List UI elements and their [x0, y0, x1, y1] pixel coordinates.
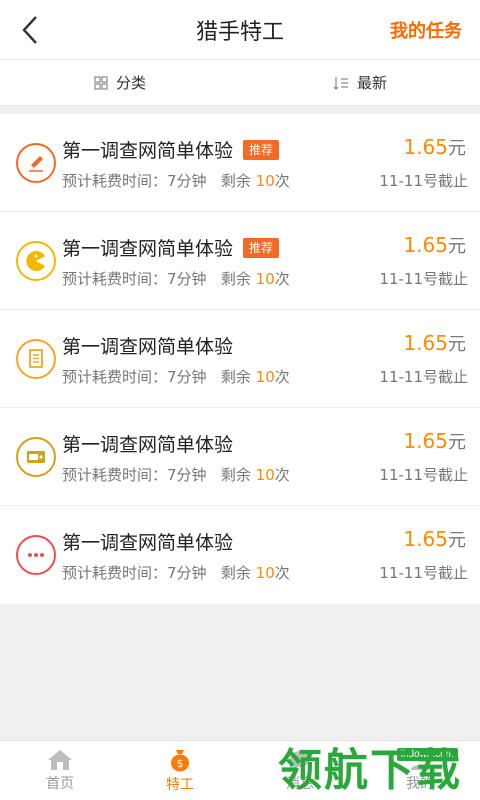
- tab-messages[interactable]: 消息: [240, 741, 360, 800]
- document-icon: [16, 339, 56, 379]
- task-meta: 预计耗费时间：7分钟 剩余 10次: [62, 464, 290, 485]
- latest-filter[interactable]: 最新: [240, 60, 480, 105]
- task-title-row: 第一调查网简单体验: [62, 332, 233, 359]
- task-title: 第一调查网简单体验: [62, 238, 234, 260]
- task-deadline: 11-11号截止: [379, 368, 468, 386]
- remain-count: 10: [255, 466, 275, 484]
- task-item[interactable]: 第一调查网简单体验 推荐 预计耗费时间：7分钟 剩余 10次 1.65元 11-…: [0, 212, 480, 310]
- my-tasks-link[interactable]: 我的任务: [390, 0, 462, 60]
- task-title: 第一调查网简单体验: [62, 434, 234, 456]
- pacman-icon: [16, 241, 56, 281]
- remain-label: 剩余: [220, 564, 251, 582]
- time-label: 预计耗费时间：: [62, 368, 168, 386]
- remain-count: 10: [255, 368, 275, 386]
- price-unit: 元: [448, 138, 466, 159]
- sort-icon: [333, 76, 348, 90]
- task-meta: 预计耗费时间：7分钟 剩余 10次: [62, 562, 290, 583]
- task-price: 1.65元: [403, 232, 466, 258]
- top-header: 猎手特工 我的任务: [0, 0, 480, 60]
- money-bag-icon: $: [171, 749, 189, 771]
- remain-label: 剩余: [220, 466, 251, 484]
- task-meta: 预计耗费时间：7分钟 剩余 10次: [62, 268, 290, 289]
- remain-unit: 次: [274, 564, 290, 582]
- tab-agent[interactable]: $ 特工: [120, 741, 240, 800]
- remain-unit: 次: [274, 172, 290, 190]
- category-filter-label: 分类: [115, 74, 146, 92]
- time-label: 预计耗费时间：: [62, 172, 168, 190]
- tab-home-label: 首页: [46, 775, 74, 792]
- recommend-badge: 推荐: [243, 237, 280, 258]
- price-value: 1.65: [403, 429, 448, 453]
- wallet-icon: [16, 437, 56, 477]
- remain-label: 剩余: [220, 270, 251, 288]
- task-item[interactable]: 第一调查网简单体验 预计耗费时间：7分钟 剩余 10次 1.65元 11-11号…: [0, 506, 480, 604]
- price-value: 1.65: [403, 233, 448, 257]
- task-title-row: 第一调查网简单体验 推荐: [62, 234, 280, 261]
- remain-count: 10: [255, 172, 275, 190]
- task-title: 第一调查网简单体验: [62, 532, 234, 554]
- price-unit: 元: [448, 236, 466, 257]
- task-item[interactable]: 第一调查网简单体验 推荐 预计耗费时间：7分钟 剩余 10次 1.65元 11-…: [0, 114, 480, 212]
- remain-label: 剩余: [220, 172, 251, 190]
- task-item[interactable]: 第一调查网简单体验 预计耗费时间：7分钟 剩余 10次 1.65元 11-11号…: [0, 408, 480, 506]
- task-price: 1.65元: [403, 526, 466, 552]
- price-unit: 元: [448, 530, 466, 551]
- home-icon: [48, 749, 72, 770]
- latest-filter-label: 最新: [356, 74, 387, 92]
- task-price: 1.65元: [403, 428, 466, 454]
- task-meta: 预计耗费时间：7分钟 剩余 10次: [62, 170, 290, 191]
- task-title-row: 第一调查网简单体验: [62, 430, 233, 457]
- task-title-row: 第一调查网简单体验 推荐: [62, 136, 280, 163]
- remain-unit: 次: [274, 270, 290, 288]
- price-value: 1.65: [403, 135, 448, 159]
- remain-count: 10: [255, 270, 275, 288]
- task-item[interactable]: 第一调查网简单体验 预计耗费时间：7分钟 剩余 10次 1.65元 11-11号…: [0, 310, 480, 408]
- task-deadline: 11-11号截止: [379, 172, 468, 190]
- grid-icon: [94, 75, 108, 90]
- tab-profile-label: 我的: [406, 775, 434, 792]
- task-price: 1.65元: [403, 330, 466, 356]
- tab-profile[interactable]: 我的: [360, 741, 480, 800]
- tab-messages-label: 消息: [286, 775, 314, 792]
- user-icon: [411, 750, 429, 770]
- task-meta: 预计耗费时间：7分钟 剩余 10次: [62, 366, 290, 387]
- pencil-icon: [16, 143, 56, 183]
- task-title: 第一调查网简单体验: [62, 336, 234, 358]
- task-price: 1.65元: [403, 134, 466, 160]
- message-icon: [290, 750, 310, 770]
- task-deadline: 11-11号截止: [379, 564, 468, 582]
- price-value: 1.65: [403, 527, 448, 551]
- time-value: 7分钟: [167, 564, 207, 582]
- remain-unit: 次: [274, 466, 290, 484]
- time-label: 预计耗费时间：: [62, 564, 168, 582]
- remain-unit: 次: [274, 368, 290, 386]
- time-value: 7分钟: [167, 172, 207, 190]
- task-deadline: 11-11号截止: [379, 270, 468, 288]
- time-value: 7分钟: [167, 466, 207, 484]
- tab-home[interactable]: 首页: [0, 741, 120, 800]
- time-value: 7分钟: [167, 270, 207, 288]
- bottom-tab-bar: 首页 $ 特工 消息 我的: [0, 740, 480, 800]
- recommend-badge: 推荐: [243, 139, 280, 160]
- time-label: 预计耗费时间：: [62, 270, 168, 288]
- remain-label: 剩余: [220, 368, 251, 386]
- more-icon: [16, 535, 56, 575]
- time-value: 7分钟: [167, 368, 207, 386]
- task-list: 第一调查网简单体验 推荐 预计耗费时间：7分钟 剩余 10次 1.65元 11-…: [0, 114, 480, 604]
- svg-text:$: $: [177, 757, 184, 770]
- remain-count: 10: [255, 564, 275, 582]
- task-title-row: 第一调查网简单体验: [62, 528, 233, 555]
- task-deadline: 11-11号截止: [379, 466, 468, 484]
- tab-agent-label: 特工: [166, 776, 194, 793]
- price-unit: 元: [448, 334, 466, 355]
- time-label: 预计耗费时间：: [62, 466, 168, 484]
- task-title: 第一调查网简单体验: [62, 140, 234, 162]
- price-unit: 元: [448, 432, 466, 453]
- filter-bar: 分类 最新: [0, 60, 480, 106]
- category-filter[interactable]: 分类: [0, 60, 240, 105]
- price-value: 1.65: [403, 331, 448, 355]
